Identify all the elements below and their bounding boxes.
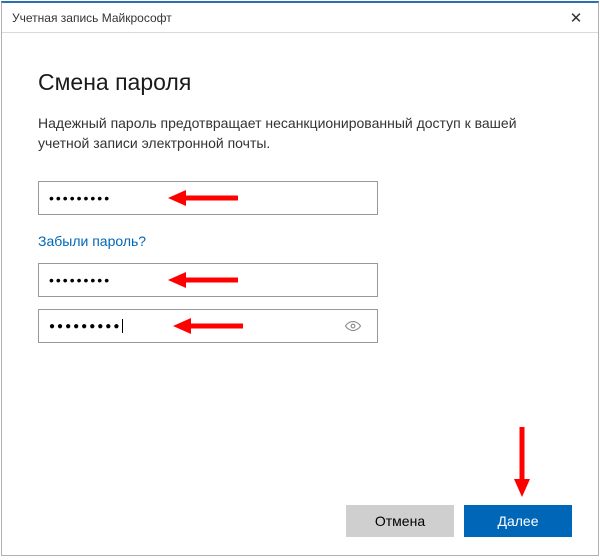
window-title: Учетная запись Майкрософт [12,11,172,25]
next-button[interactable]: Далее [464,505,572,537]
content-area: Смена пароля Надежный пароль предотвраща… [2,33,598,343]
confirm-password-input[interactable]: ●●●●●●●●● [38,309,378,343]
close-icon: ✕ [570,9,583,27]
forgot-password-link[interactable]: Забыли пароль? [38,233,146,249]
new-password-input[interactable] [38,263,378,297]
current-password-input[interactable] [38,181,378,215]
page-title: Смена пароля [38,69,562,96]
reveal-password-icon[interactable] [344,317,362,335]
close-button[interactable]: ✕ [554,3,598,33]
cancel-button[interactable]: Отмена [346,505,454,537]
dialog-footer: Отмена Далее [346,505,572,537]
description-text: Надежный пароль предотвращает несанкцион… [38,114,562,153]
confirm-password-row: ●●●●●●●●● [38,309,562,343]
annotation-arrow-4 [512,427,532,497]
titlebar: Учетная запись Майкрософт ✕ [2,3,598,33]
text-cursor [122,319,123,333]
dialog-window: Учетная запись Майкрософт ✕ Смена пароля… [1,1,599,556]
current-password-row [38,181,562,215]
new-password-row [38,263,562,297]
